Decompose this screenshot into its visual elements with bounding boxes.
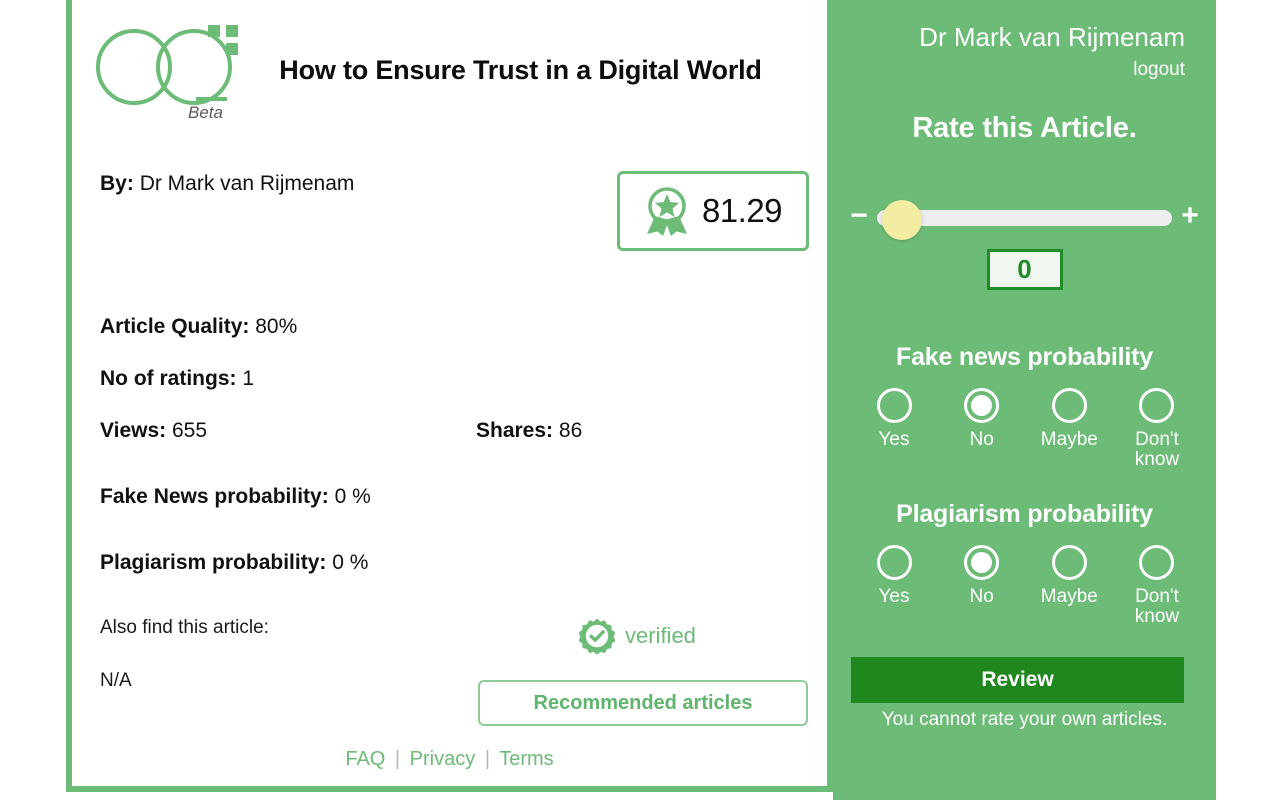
radio-circle-icon[interactable] <box>1139 388 1175 423</box>
radio-circle-icon[interactable] <box>876 545 912 580</box>
radio-circle-icon[interactable] <box>1139 545 1175 580</box>
review-button[interactable]: Review <box>851 657 1184 703</box>
stat-label: Plagiarism probability: <box>100 551 327 574</box>
stat-no-of-ratings: No of ratings: 1 <box>100 367 254 391</box>
fake-news-group-title: Fake news probability <box>896 343 1153 371</box>
quality-score-badge: 81.29 <box>617 171 809 251</box>
plagiarism-group-title: Plagiarism probability <box>896 500 1153 528</box>
radio-option-plag-no[interactable]: No <box>941 545 1023 627</box>
radio-circle-icon[interactable] <box>1051 388 1087 423</box>
faq-link[interactable]: FAQ <box>345 748 385 770</box>
stat-label: Views: <box>100 419 167 442</box>
stat-fake-news-probability: Fake News probability: 0 % <box>100 485 371 509</box>
stat-views: Views: 655 <box>100 419 207 443</box>
radio-option-fake-dont-know[interactable]: Don't know <box>1116 388 1198 470</box>
award-ribbon-icon <box>646 187 687 236</box>
privacy-link[interactable]: Privacy <box>410 748 476 770</box>
radio-circle-icon[interactable] <box>1051 545 1087 580</box>
recommended-articles-button[interactable]: Recommended articles <box>478 680 808 726</box>
radio-label: No <box>969 586 994 607</box>
slider-track[interactable] <box>877 200 1172 240</box>
beta-label: Beta <box>188 103 223 122</box>
radio-label: Yes <box>878 586 910 607</box>
rate-panel: Dr Mark van Rijmenam logout Rate this Ar… <box>833 0 1216 800</box>
radio-label: Don't know <box>1134 429 1180 470</box>
card-header: Beta How to Ensure Trust in a Digital Wo… <box>72 0 827 140</box>
user-name: Dr Mark van Rijmenam <box>919 22 1185 52</box>
footer-links: FAQ | Privacy | Terms <box>72 748 827 771</box>
rate-heading: Rate this Article. <box>912 112 1137 144</box>
rating-slider[interactable]: − + <box>845 195 1204 240</box>
rating-value: 0 <box>986 249 1063 290</box>
also-find-value: N/A <box>100 670 132 691</box>
slider-increment-icon[interactable]: + <box>1176 201 1204 231</box>
stat-value: 1 <box>242 367 255 390</box>
radio-label: Yes <box>878 429 910 450</box>
radio-option-plag-dont-know[interactable]: Don't know <box>1116 545 1198 627</box>
stat-value: 86 <box>558 419 583 442</box>
footer-separator: | <box>394 748 401 770</box>
verified-badge: verified <box>579 618 696 654</box>
radio-circle-icon[interactable] <box>964 545 1000 580</box>
slider-decrement-icon[interactable]: − <box>845 201 873 231</box>
review-note: You cannot rate your own articles. <box>881 709 1168 730</box>
radio-option-plag-maybe[interactable]: Maybe <box>1028 545 1110 627</box>
stat-value: 655 <box>172 419 208 442</box>
radio-label: Maybe <box>1040 429 1098 450</box>
fake-news-radio-group: Yes No Maybe Don't know <box>853 388 1198 470</box>
footer-separator: | <box>484 748 491 770</box>
score-value: 81.29 <box>701 192 783 229</box>
stat-label: No of ratings: <box>100 367 237 390</box>
byline: By: Dr Mark van Rijmenam <box>100 172 354 196</box>
radio-option-fake-maybe[interactable]: Maybe <box>1028 388 1110 470</box>
stat-value: 0 % <box>334 485 371 508</box>
radio-circle-icon[interactable] <box>964 388 1000 423</box>
radio-option-fake-no[interactable]: No <box>941 388 1023 470</box>
stat-value: 0 % <box>332 551 369 574</box>
article-card: Beta How to Ensure Trust in a Digital Wo… <box>66 0 833 792</box>
stat-shares: Shares: 86 <box>476 419 582 443</box>
stat-plagiarism-probability: Plagiarism probability: 0 % <box>100 551 368 575</box>
also-find-label: Also find this article: <box>100 617 269 638</box>
radio-circle-icon[interactable] <box>876 388 912 423</box>
slider-thumb[interactable] <box>882 200 922 240</box>
logout-link[interactable]: logout <box>1133 59 1185 81</box>
stat-label: Fake News probability: <box>100 485 329 508</box>
terms-link[interactable]: Terms <box>499 748 553 770</box>
verified-label: verified <box>625 623 696 648</box>
byline-label: By: <box>100 172 134 195</box>
stat-label: Article Quality: <box>100 315 250 338</box>
plagiarism-radio-group: Yes No Maybe Don't know <box>853 545 1198 627</box>
page-title: How to Ensure Trust in a Digital World <box>279 54 762 85</box>
stat-article-quality: Article Quality: 80% <box>100 315 297 339</box>
app-root: Beta How to Ensure Trust in a Digital Wo… <box>0 0 1280 800</box>
radio-label: Don't know <box>1134 586 1180 627</box>
radio-label: No <box>969 429 994 450</box>
radio-label: Maybe <box>1040 586 1098 607</box>
stat-label: Shares: <box>476 419 554 442</box>
author-name: Dr Mark van Rijmenam <box>139 172 355 195</box>
logo[interactable]: Beta <box>94 15 244 125</box>
radio-option-fake-yes[interactable]: Yes <box>853 388 935 470</box>
radio-option-plag-yes[interactable]: Yes <box>853 545 935 627</box>
verified-check-icon <box>579 618 615 654</box>
stat-value: 80% <box>255 315 298 338</box>
